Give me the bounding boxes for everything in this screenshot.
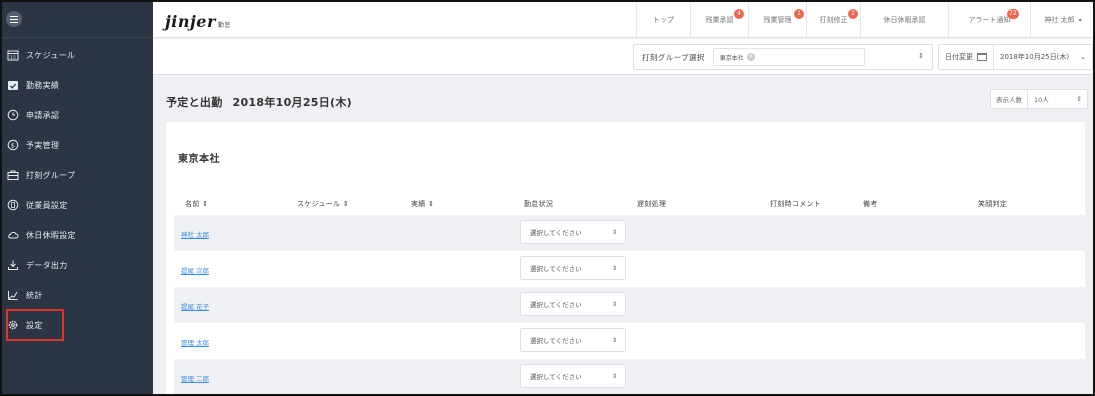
nav-alert-notification[interactable]: アラート通知 72	[948, 2, 1030, 38]
notification-badge: 2	[848, 9, 858, 19]
calendar-15-icon: 15	[6, 49, 19, 62]
sidebar-item-label: 勤務実績	[26, 80, 60, 90]
sidebar-item-label: スケジュール	[26, 50, 76, 60]
col-header-schedule[interactable]: スケジュール ⇕	[297, 199, 349, 209]
chevron-down-icon: ▾	[1078, 16, 1082, 24]
briefcase-icon	[6, 169, 19, 182]
punch-group-field[interactable]: 東京本社 ×	[712, 48, 865, 66]
col-header-attendance-status: 勤怠状況	[524, 200, 554, 208]
page-date: 2018年10月25日(木)	[232, 96, 352, 109]
sidebar-item-label: 申請承認	[26, 110, 60, 120]
sidebar-item-label: 統計	[26, 290, 43, 300]
employee-name-link[interactable]: 管理 二郎	[181, 373, 209, 383]
sidebar-item-work-record[interactable]: 勤務実績	[2, 70, 153, 100]
employee-name-link[interactable]: 神社 太郎	[181, 229, 209, 239]
select-arrow-icon: ⇕	[611, 301, 617, 308]
table-row: 提尾 花子 選択してください ⇕	[174, 287, 1085, 323]
select-arrow-icon: ⇕	[1076, 95, 1082, 103]
date-change-control[interactable]: 日付変更 2018年10月25日(木) ⌄	[938, 44, 1093, 70]
sidebar-item-holiday-settings[interactable]: 休日休暇設定	[2, 220, 153, 250]
sidebar: 15 スケジュール 勤務実績 申請承認 $ 予実管理 打刻グループ 従業員設定 …	[2, 2, 153, 394]
display-count-label: 表示人数	[991, 90, 1028, 108]
col-header-punch-comment: 打刻時コメント	[770, 200, 822, 208]
app-frame: 15 スケジュール 勤務実績 申請承認 $ 予実管理 打刻グループ 従業員設定 …	[0, 0, 1095, 396]
jinjer-logo[interactable]: jinjer 勤怠	[165, 12, 231, 31]
settings-highlight-box	[6, 309, 64, 341]
page-title: 予定と出勤 2018年10月25日(木)	[166, 96, 352, 109]
group-tag: 東京本社 ×	[719, 53, 755, 62]
sidebar-item-label: データ出力	[26, 260, 68, 270]
col-header-smile-check: 笑顔判定	[978, 200, 1008, 208]
attendance-card: 東京本社 名前 ⇕ スケジュール ⇕ 実績 ⇕ 勤怠状況 遅刻処理 打刻時コメン…	[166, 122, 1085, 394]
cloud-icon	[6, 229, 19, 242]
sidebar-item-statistics[interactable]: 統計	[2, 280, 153, 310]
employee-name-link[interactable]: 提尾 次郎	[181, 265, 209, 275]
nav-overtime-management[interactable]: 残業管理 1	[748, 2, 806, 38]
date-change-button[interactable]: 日付変更	[939, 45, 994, 69]
date-value: 2018年10月25日(木)	[1000, 53, 1070, 61]
user-name: 神社 太郎	[1044, 16, 1075, 24]
sidebar-item-approval[interactable]: 申請承認	[2, 100, 153, 130]
sidebar-item-label: 予実管理	[26, 140, 60, 150]
punch-group-label: 打刻グループ選択	[642, 52, 705, 62]
notification-badge: 72	[1007, 9, 1019, 19]
col-header-record[interactable]: 実績 ⇕	[411, 199, 434, 209]
nav-overtime-approval[interactable]: 残業承認 4	[690, 2, 748, 38]
employee-name-link[interactable]: 提尾 花子	[181, 301, 209, 311]
attendance-status-select[interactable]: 選択してください ⇕	[520, 292, 626, 316]
calendar-icon	[977, 53, 987, 61]
hamburger-menu-icon[interactable]	[6, 11, 22, 27]
office-name: 東京本社	[178, 154, 220, 165]
display-count-value: 10人	[1034, 96, 1049, 104]
notification-badge: 4	[734, 9, 744, 19]
sidebar-item-punch-group[interactable]: 打刻グループ	[2, 160, 153, 190]
svg-text:$: $	[10, 142, 14, 150]
download-icon	[6, 259, 19, 272]
select-arrow-icon: ⇕	[611, 229, 617, 236]
employee-name-link[interactable]: 管理 太郎	[181, 337, 209, 347]
select-arrow-icon: ⇕	[918, 52, 924, 60]
top-navbar: jinjer 勤怠 トップ 残業承認 4 残業管理 1 打刻修正 2 休日休暇承認…	[153, 2, 1093, 38]
id-card-icon	[6, 199, 19, 212]
notification-badge: 1	[794, 9, 804, 19]
table-row: 神社 太郎 選択してください ⇕	[174, 215, 1085, 251]
sidebar-item-data-export[interactable]: データ出力	[2, 250, 153, 280]
sidebar-item-label: 打刻グループ	[26, 170, 76, 180]
display-count-select[interactable]: 表示人数 10人 ⇕	[990, 89, 1088, 109]
table-row: 管理 二郎 選択してください ⇕	[174, 359, 1085, 394]
col-header-notes: 備考	[863, 200, 878, 208]
nav-holiday-approval[interactable]: 休日休暇承認	[860, 2, 948, 38]
sidebar-item-label: 休日休暇設定	[26, 230, 76, 240]
nav-top[interactable]: トップ	[636, 2, 690, 38]
select-arrow-icon: ⇕	[611, 265, 617, 272]
chart-line-icon	[6, 289, 19, 302]
select-arrow-icon: ⇕	[611, 373, 617, 380]
attendance-status-select[interactable]: 選択してください ⇕	[520, 220, 626, 244]
calendar-check-icon	[6, 79, 19, 92]
punch-group-select[interactable]: 打刻グループ選択 東京本社 × ⇕	[633, 44, 933, 70]
user-menu[interactable]: 神社 太郎 ▾	[1030, 2, 1093, 38]
svg-text:15: 15	[9, 55, 15, 61]
col-header-name[interactable]: 名前 ⇕	[185, 199, 208, 209]
chevron-down-icon[interactable]: ⌄	[1080, 53, 1092, 61]
table-row: 管理 太郎 選択してください ⇕	[174, 323, 1085, 359]
sidebar-header	[2, 2, 153, 38]
clock-icon	[6, 109, 19, 122]
nav-punch-correction[interactable]: 打刻修正 2	[806, 2, 860, 38]
attendance-status-select[interactable]: 選択してください ⇕	[520, 328, 626, 352]
attendance-status-select[interactable]: 選択してください ⇕	[520, 256, 626, 280]
filter-bar: 打刻グループ選択 東京本社 × ⇕ 日付変更 2018年10月25日(木) ⌄	[153, 39, 1093, 75]
sidebar-item-employee-settings[interactable]: 従業員設定	[2, 190, 153, 220]
main-area: jinjer 勤怠 トップ 残業承認 4 残業管理 1 打刻修正 2 休日休暇承認…	[153, 2, 1093, 394]
select-arrow-icon: ⇕	[611, 337, 617, 344]
sidebar-item-label: 従業員設定	[26, 200, 68, 210]
remove-tag-icon[interactable]: ×	[746, 53, 755, 61]
sidebar-item-schedule[interactable]: 15 スケジュール	[2, 40, 153, 70]
sidebar-item-budget[interactable]: $ 予実管理	[2, 130, 153, 160]
col-header-late-handling: 遅刻処理	[637, 200, 667, 208]
dollar-circle-icon: $	[6, 139, 19, 152]
attendance-status-select[interactable]: 選択してください ⇕	[520, 364, 626, 388]
table-row: 提尾 次郎 選択してください ⇕	[174, 251, 1085, 287]
